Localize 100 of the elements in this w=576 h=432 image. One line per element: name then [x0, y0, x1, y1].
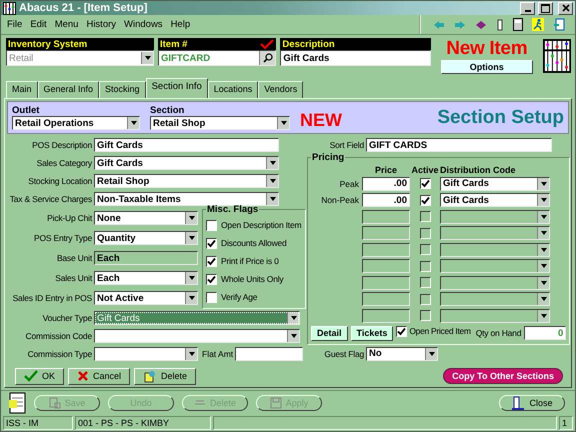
dropdown-field[interactable]: None [94, 211, 198, 226]
new-item-title: New Item [446, 38, 528, 60]
checkbox[interactable] [420, 260, 430, 272]
column-header: Distribution Code [440, 164, 516, 175]
price-field[interactable] [362, 242, 410, 257]
field-label: Sort Field [328, 140, 365, 150]
item-number-field[interactable]: GIFTCARD [158, 50, 276, 66]
column-header: Price [374, 164, 398, 175]
tab[interactable]: Stocking [99, 81, 146, 98]
checkbox[interactable] [206, 256, 217, 267]
dropdown-field[interactable] [440, 210, 550, 224]
calculator-icon[interactable] [513, 18, 523, 32]
menu-item[interactable]: Menu [54, 19, 78, 30]
field-label: Guest Flag [323, 348, 365, 359]
menu-item[interactable]: History [86, 19, 116, 30]
price-field[interactable] [362, 292, 410, 306]
dropdown-field[interactable] [440, 226, 550, 240]
dropdown-field[interactable] [440, 276, 550, 290]
menu-item[interactable]: Windows [124, 19, 163, 30]
options-button[interactable]: Options [440, 60, 533, 74]
tab[interactable]: Section Info [146, 78, 208, 98]
checkbox[interactable] [420, 194, 430, 206]
price-field[interactable] [362, 210, 410, 224]
dropdown-field[interactable] [440, 292, 550, 306]
price-field[interactable] [362, 308, 410, 323]
checkbox-label: Discounts Allowed [221, 238, 287, 248]
menu-item[interactable]: Help [170, 19, 190, 30]
checkbox[interactable] [420, 178, 430, 190]
dropdown-field[interactable]: Gift Cards [440, 176, 550, 191]
dropdown-field[interactable]: Retail [6, 50, 154, 66]
search-icon[interactable] [259, 51, 276, 66]
checkbox[interactable] [420, 228, 430, 239]
tab[interactable]: General Info [38, 81, 100, 98]
checkbox[interactable] [396, 326, 408, 337]
checkbox[interactable] [420, 244, 430, 256]
cancel-button[interactable]: Cancel [68, 368, 130, 385]
checkbox[interactable] [206, 274, 217, 285]
field-label: Pick-Up Chit [46, 213, 94, 224]
dropdown-field[interactable]: Not Active [94, 291, 198, 306]
minimize-button[interactable] [520, 2, 535, 15]
checkbox[interactable] [206, 238, 217, 249]
dropdown-field[interactable] [440, 259, 550, 274]
dropdown-field[interactable]: Quantity [94, 231, 198, 246]
running-person-icon[interactable] [532, 18, 544, 32]
dropdown-field[interactable] [440, 308, 550, 323]
checkbox[interactable] [420, 277, 430, 288]
tab[interactable]: Vendors [258, 81, 304, 98]
checkbox[interactable] [206, 220, 217, 231]
field-label: Qty on Hand [476, 328, 522, 338]
dropdown-field[interactable]: No [366, 346, 438, 361]
checkbox[interactable] [420, 310, 430, 322]
text-field[interactable]: Gift Cards [94, 138, 279, 152]
maximize-icon [541, 4, 550, 13]
detail-button[interactable]: Detail [311, 326, 348, 341]
field-label: Item # [160, 38, 188, 50]
checkbox-label: Verify Age [221, 292, 258, 302]
tab[interactable]: Main [6, 81, 38, 98]
description-field[interactable]: Gift Cards [280, 50, 431, 66]
dropdown-field[interactable] [94, 329, 300, 344]
notepad-icon[interactable] [8, 392, 26, 414]
maximize-button[interactable] [538, 2, 553, 15]
price-field[interactable]: .00 [362, 193, 410, 208]
dropdown-field[interactable]: Retail Operations [12, 116, 140, 130]
checkbox[interactable] [420, 294, 430, 305]
menu-item[interactable]: Edit [30, 19, 47, 30]
tab[interactable]: Locations [208, 81, 258, 98]
text-field[interactable]: GIFT CARDS [366, 138, 552, 152]
save-icon [48, 397, 61, 410]
checkbox[interactable] [420, 211, 430, 222]
field-label: Sales Unit [54, 273, 94, 284]
dropdown-field[interactable] [94, 347, 198, 362]
qty-on-hand-field[interactable]: 0 [524, 326, 566, 340]
dropdown-field[interactable]: Gift Cards [94, 311, 300, 326]
dropdown-field[interactable]: Retail Shop [94, 174, 279, 188]
exit-door-icon[interactable] [553, 18, 565, 32]
group-title: Pricing [311, 152, 346, 164]
dropdown-field[interactable] [440, 242, 550, 257]
dropdown-field[interactable]: Retail Shop [150, 116, 290, 130]
price-field[interactable] [362, 226, 410, 240]
price-field[interactable] [362, 259, 410, 274]
ok-button[interactable]: OK [15, 368, 64, 385]
text-field[interactable] [235, 347, 304, 362]
close-button[interactable]: Close [499, 395, 565, 412]
cross-icon [77, 370, 90, 382]
checkbox[interactable] [206, 292, 217, 303]
dropdown-field[interactable]: Gift Cards [94, 156, 279, 170]
field-label: Voucher Type [42, 313, 93, 324]
new-label: NEW [300, 110, 342, 132]
dropdown-field[interactable]: Each [94, 271, 198, 286]
tickets-button[interactable]: Tickets [350, 326, 394, 341]
copy-to-other-sections-button[interactable]: Copy To Other Sections [443, 368, 563, 384]
close-button[interactable] [558, 2, 573, 15]
price-field[interactable] [362, 276, 410, 290]
checkbox-label: Print if Price is 0 [221, 256, 279, 266]
field-label: Section [150, 105, 186, 116]
dropdown-field[interactable]: Gift Cards [440, 193, 550, 208]
delete-button[interactable]: Delete [134, 368, 196, 385]
menu-item[interactable]: File [7, 19, 22, 30]
dropdown-field[interactable]: Non-Taxable Items [94, 192, 279, 206]
price-field[interactable]: .00 [362, 176, 410, 191]
